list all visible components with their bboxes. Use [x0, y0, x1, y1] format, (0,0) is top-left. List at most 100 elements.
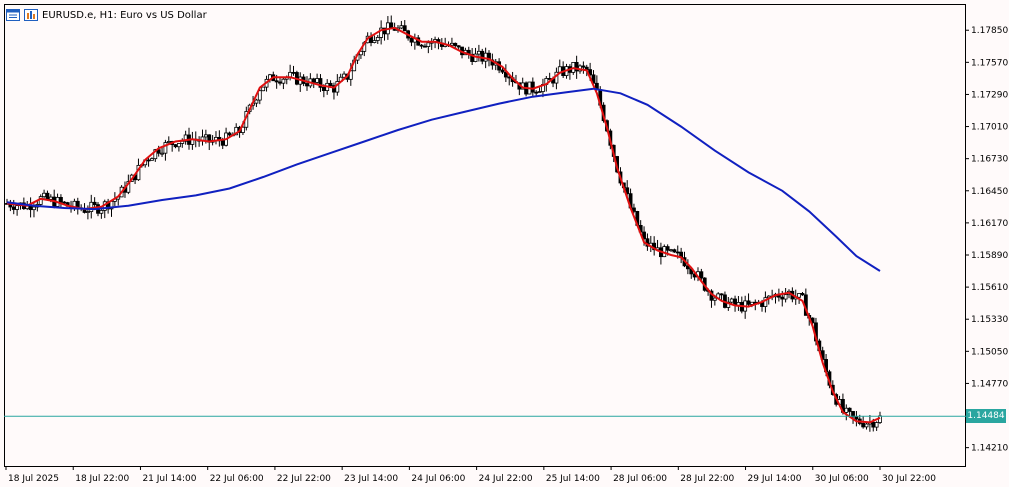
time-tick-label: 22 Jul 06:00 [210, 474, 264, 484]
candle-body [146, 159, 151, 162]
candle-body [861, 423, 866, 428]
candle-body [281, 78, 286, 84]
candle-body [409, 37, 414, 43]
candle-body [712, 297, 717, 301]
candle-body [669, 249, 673, 252]
time-tick-label: 24 Jul 22:00 [479, 474, 533, 484]
candle-body [11, 206, 16, 210]
candle-body [847, 407, 852, 412]
candle-body [780, 296, 785, 300]
time-tick-label: 25 Jul 14:00 [546, 474, 600, 484]
fast-ma-line [6, 26, 881, 424]
candle-body [85, 211, 90, 213]
price-tick-label: 1.16730 [971, 155, 1008, 165]
candle-body [480, 50, 485, 62]
chart-window[interactable]: 1.17850 1.17570 1.17290 1.17010 1.16730 1.164… [0, 0, 1009, 487]
candle-body [672, 249, 677, 253]
price-tick-label: 1.15330 [971, 315, 1008, 325]
price-chart[interactable]: 1.17850 1.17570 1.17290 1.17010 1.16730 1.164… [0, 0, 1009, 487]
time-tick-label: 22 Jul 22:00 [277, 474, 331, 484]
candle-body [476, 50, 481, 55]
price-tick-label: 1.17850 [971, 26, 1008, 36]
candle-body [321, 86, 326, 91]
candle-body [456, 45, 461, 48]
candle-body [99, 210, 104, 214]
price-tick-label: 1.16450 [971, 187, 1008, 197]
candle-body [48, 196, 53, 200]
price-tick-label: 1.15050 [971, 347, 1008, 357]
candle-body [426, 42, 431, 47]
candle-body [372, 40, 377, 43]
candle-body [632, 207, 636, 212]
candle-body [261, 86, 266, 92]
price-tick-label: 1.15610 [971, 283, 1008, 293]
candle-body [871, 421, 876, 428]
candle-body [42, 192, 46, 198]
candle-body [278, 81, 282, 84]
candle-body [746, 300, 751, 305]
candle-body [500, 69, 505, 73]
price-axis[interactable]: 1.17850 1.17570 1.17290 1.17010 1.16730 1.164… [965, 26, 1008, 454]
price-tick-label: 1.16170 [971, 219, 1008, 229]
price-tick-label: 1.17570 [971, 58, 1008, 68]
time-tick-label: 23 Jul 14:00 [344, 474, 398, 484]
candle-body [166, 141, 171, 143]
price-tick-label: 1.17290 [971, 90, 1008, 100]
candle-body [419, 44, 424, 47]
candle-body [203, 134, 208, 138]
candle-body [291, 71, 296, 74]
candle-body [537, 91, 542, 93]
plot-frame [4, 4, 966, 467]
candle-body [675, 251, 680, 254]
time-tick-label: 28 Jul 22:00 [680, 474, 734, 484]
candle-body [402, 25, 407, 32]
time-tick-label: 24 Jul 06:00 [411, 474, 465, 484]
candle-body [783, 294, 788, 300]
candle-body [729, 298, 734, 303]
chart-bars-icon[interactable] [24, 9, 38, 21]
time-tick-label: 21 Jul 14:00 [142, 474, 196, 484]
candle-body [311, 78, 316, 83]
candle-body [173, 144, 178, 148]
candle-body [150, 158, 154, 161]
current-price-tag: 1.14484 [966, 409, 1006, 424]
price-tick-label: 1.14210 [971, 444, 1008, 454]
price-tick-label: 1.15890 [971, 251, 1008, 261]
candle-body [854, 416, 859, 420]
candle-body [399, 25, 404, 29]
price-tick-label: 1.17010 [971, 123, 1008, 133]
candle-body [844, 407, 849, 413]
candle-body [665, 246, 670, 251]
chart-title: EURUSD.e, H1: Euro vs US Dollar [42, 9, 207, 21]
candle-body [423, 45, 427, 48]
candle-body [800, 293, 805, 296]
candle-body [59, 196, 63, 203]
moving-averages [6, 26, 881, 424]
candle-body [719, 293, 724, 296]
candle-body [453, 42, 458, 47]
candle-body [274, 80, 279, 83]
chart-header: EURUSD.e, H1: Euro vs US Dollar [6, 7, 207, 23]
candle-body [92, 201, 97, 206]
candle-body [15, 205, 20, 210]
candle-body [227, 132, 232, 136]
time-tick-label: 18 Jul 22:00 [75, 474, 129, 484]
time-tick-label: 18 Jul 2025 [8, 474, 59, 484]
candle-body [864, 423, 869, 428]
candle-body [874, 422, 879, 428]
candle-body [89, 201, 94, 212]
candle-body [797, 293, 802, 298]
candle-body [534, 91, 539, 94]
candle-body [375, 37, 380, 41]
candle-body [328, 82, 333, 87]
candles [5, 15, 882, 432]
candle-body [62, 201, 67, 204]
chart-window-icon[interactable] [6, 9, 20, 21]
candle-body [45, 192, 50, 200]
time-axis[interactable]: 18 Jul 2025 18 Jul 22:00 21 Jul 14:00 22 Ju… [5, 466, 936, 484]
candle-body [389, 22, 394, 29]
candle-body [530, 81, 535, 93]
candle-body [315, 78, 320, 83]
price-tick-label: 1.14770 [971, 379, 1008, 389]
candle-body [32, 206, 36, 211]
